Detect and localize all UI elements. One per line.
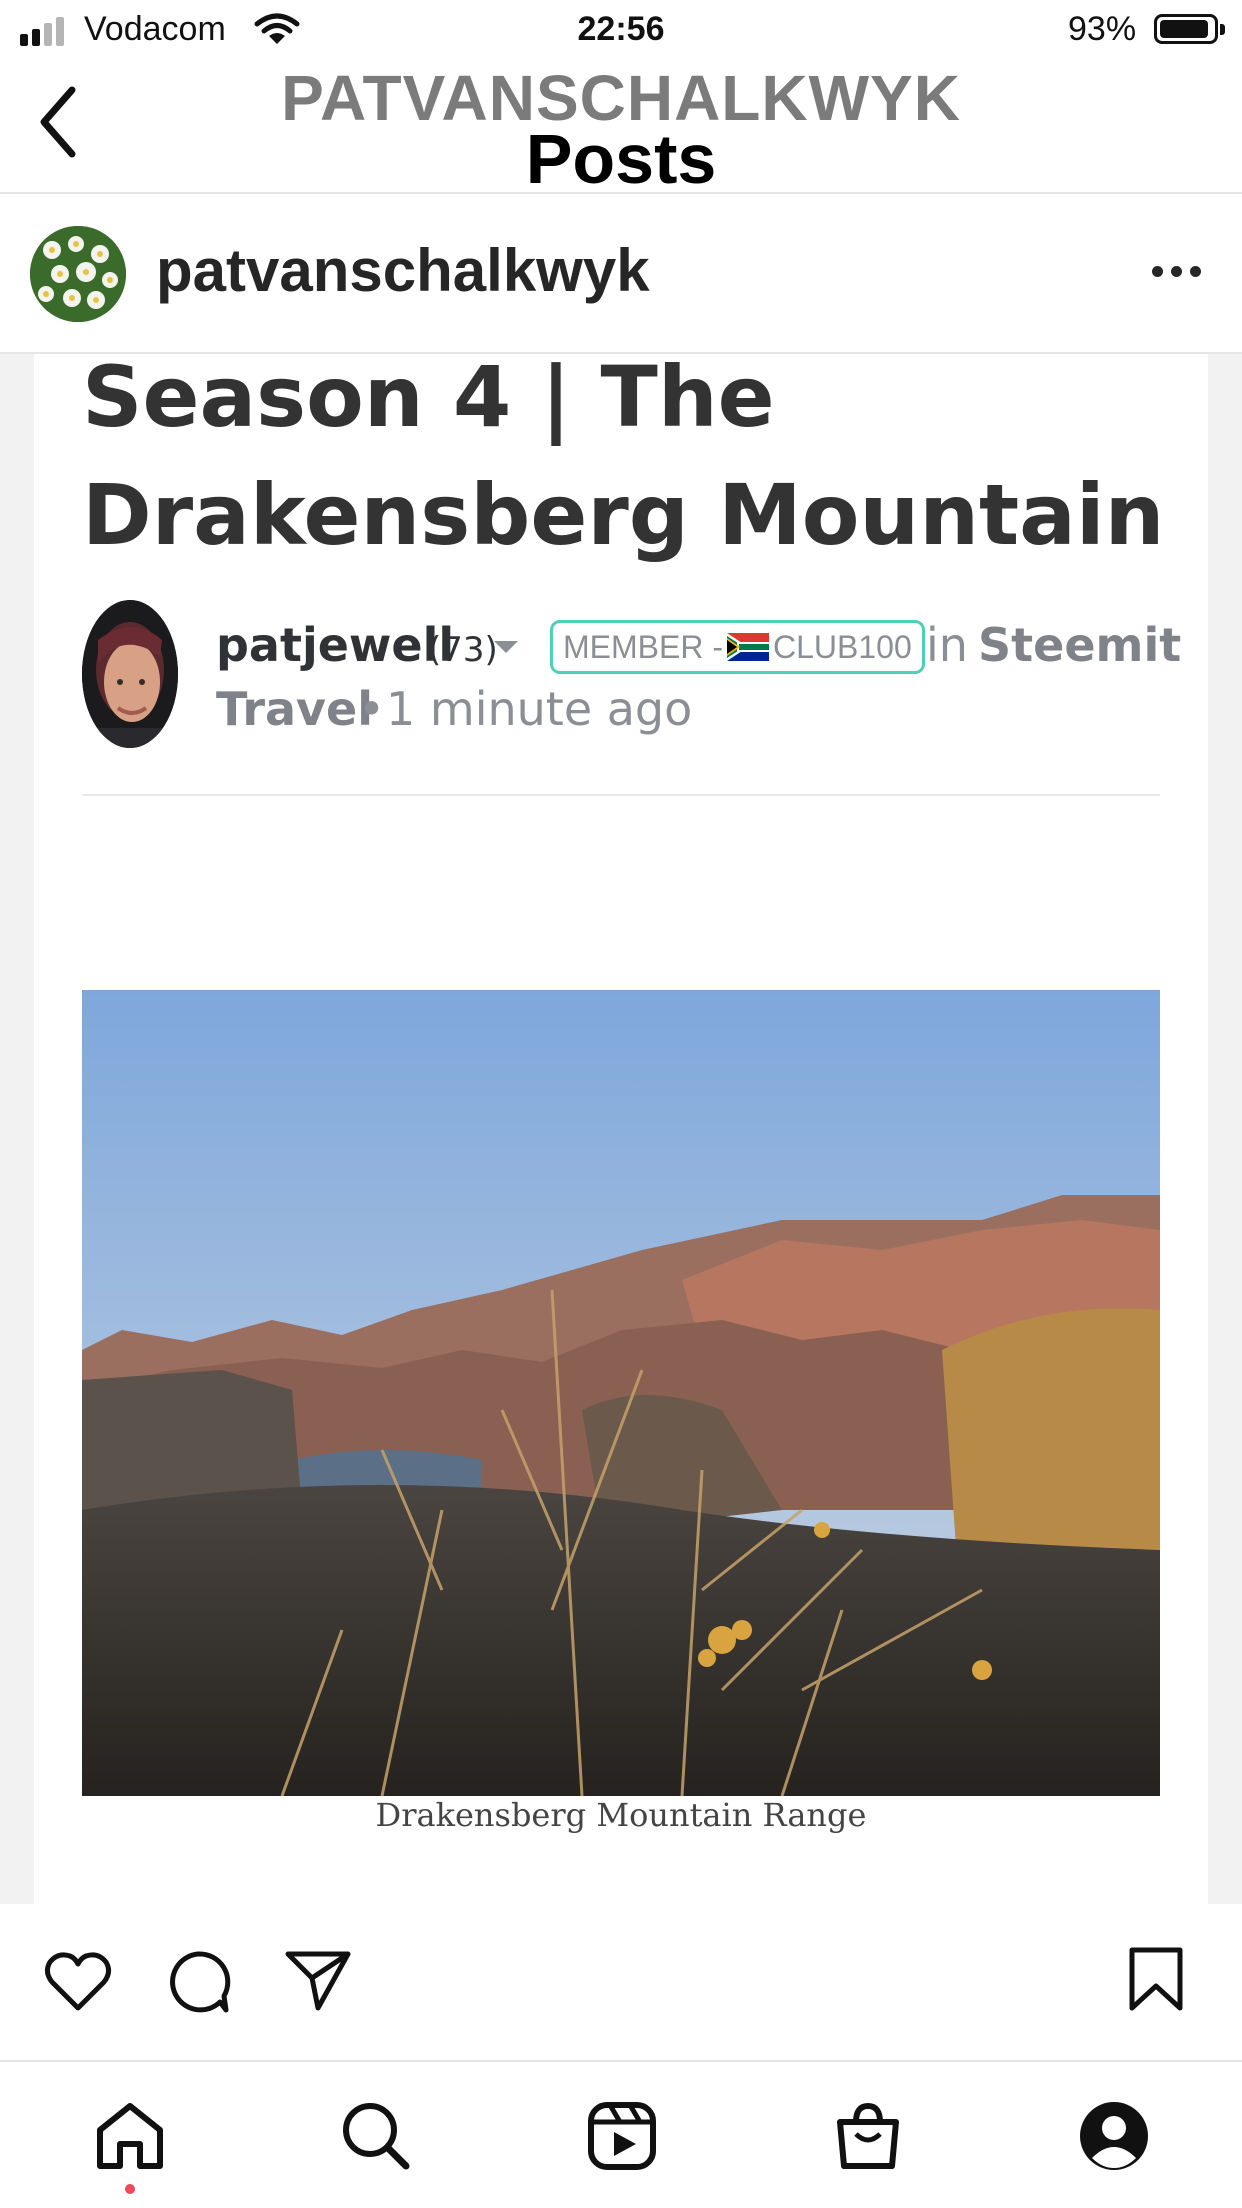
profile-icon[interactable] xyxy=(1078,2100,1150,2172)
member-badge: MEMBER - CLUB100 xyxy=(550,620,925,674)
status-bar: Vodacom 22:56 93% xyxy=(0,0,1242,60)
author-name: patjewell xyxy=(216,618,455,672)
comment-icon[interactable] xyxy=(164,1948,232,2016)
caret-down-icon xyxy=(494,641,518,653)
meta-separator: • xyxy=(358,682,386,736)
mountain-photo xyxy=(82,990,1160,1796)
send-icon[interactable] xyxy=(284,1948,352,2012)
page-title: Posts xyxy=(525,120,717,198)
badge-prefix: MEMBER - xyxy=(563,628,723,665)
battery-percent: 93% xyxy=(1068,10,1137,48)
notification-dot xyxy=(125,2184,135,2194)
tab-bar-divider xyxy=(0,2060,1242,2062)
bookmark-icon[interactable] xyxy=(1126,1946,1186,2012)
article-divider xyxy=(82,794,1160,796)
post-username[interactable]: patvanschalkwyk xyxy=(156,236,650,305)
home-icon[interactable] xyxy=(94,2100,166,2172)
south-africa-flag-icon xyxy=(727,633,769,661)
image-caption: Drakensberg Mountain Range xyxy=(375,1796,867,1834)
in-label: in xyxy=(926,618,968,672)
avatar[interactable] xyxy=(30,226,126,322)
shop-icon[interactable] xyxy=(832,2100,904,2172)
post-time: 1 minute ago xyxy=(386,682,693,736)
reels-icon[interactable] xyxy=(586,2100,658,2172)
author-avatar xyxy=(82,600,178,748)
community-name: Steemit xyxy=(978,618,1182,672)
badge-club: CLUB100 xyxy=(773,628,912,665)
article-title-line-1: Season 4 | The xyxy=(82,348,775,446)
community-name-cont: Travel xyxy=(216,682,374,736)
battery-icon xyxy=(1154,14,1218,44)
battery-cap xyxy=(1220,24,1225,35)
header-divider xyxy=(0,192,1242,194)
heart-icon[interactable] xyxy=(42,1950,114,2014)
search-icon[interactable] xyxy=(340,2100,412,2172)
article-title-line-2: Drakensberg Mountain xyxy=(82,466,1165,564)
author-reputation: (73) xyxy=(428,630,498,670)
more-icon[interactable] xyxy=(1152,266,1202,280)
clock: 22:56 xyxy=(577,10,665,48)
